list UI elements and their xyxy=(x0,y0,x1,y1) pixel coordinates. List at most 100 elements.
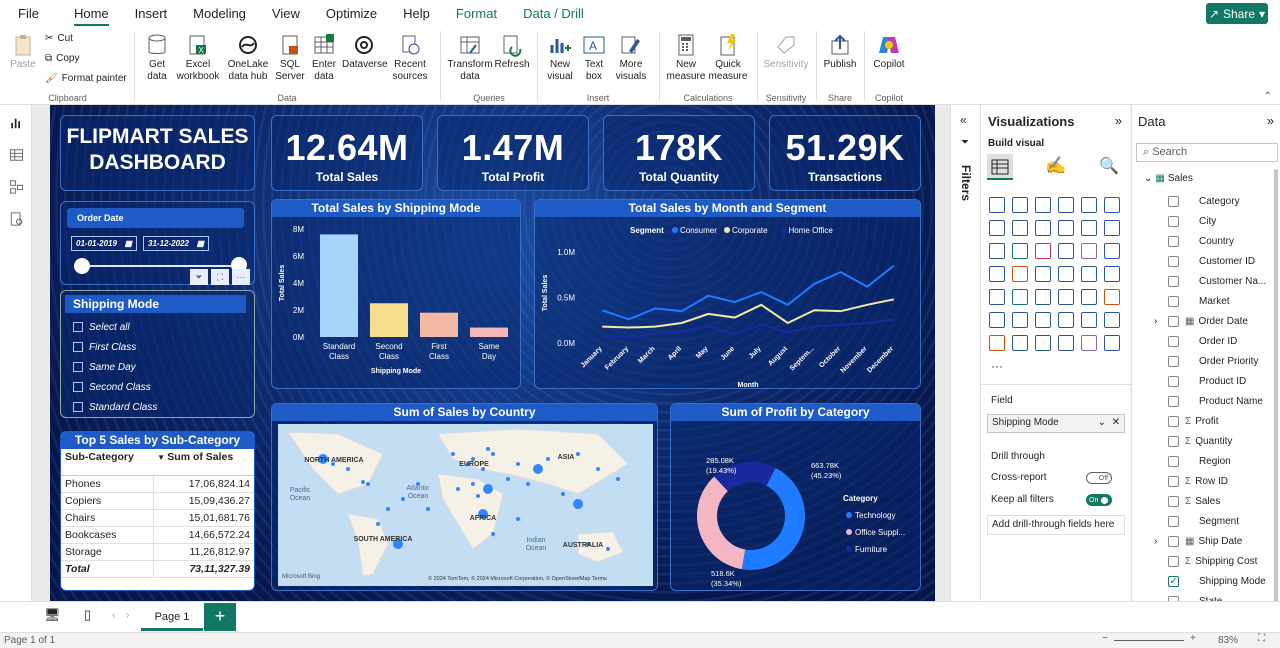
next-page-icon[interactable]: › xyxy=(126,610,129,621)
checkbox[interactable] xyxy=(1168,315,1179,327)
field-item[interactable]: Segment xyxy=(1168,511,1239,531)
format-visual-tab[interactable]: ✍ xyxy=(1045,156,1066,176)
visual-type-icon[interactable] xyxy=(1104,266,1120,282)
visual-type-icon[interactable] xyxy=(1035,266,1051,282)
field-item[interactable]: ✓ Shipping Mode xyxy=(1168,571,1266,591)
checkbox-checked[interactable]: ✓ xyxy=(1168,575,1179,587)
checkbox[interactable] xyxy=(1168,235,1179,247)
share-button[interactable]: ↗ Share ▾ xyxy=(1206,3,1268,24)
field-well[interactable]: Shipping Mode ⌄ ✕ xyxy=(987,414,1125,433)
start-date-input[interactable]: 01-01-2019 ▦ xyxy=(71,236,137,251)
onelake-button[interactable]: OneLake data hub xyxy=(225,33,271,83)
tab-data-drill[interactable]: Data / Drill xyxy=(510,0,597,27)
tab-format[interactable]: Format xyxy=(443,0,510,27)
new-visual-button[interactable]: New visual xyxy=(544,33,576,83)
field-item[interactable]: Category xyxy=(1168,191,1240,211)
copy-button[interactable]: ⧉ Copy xyxy=(45,53,80,64)
analytics-tab[interactable]: 🔍 xyxy=(1099,156,1119,176)
checkbox[interactable] xyxy=(1168,395,1179,407)
remove-field-icon[interactable]: ✕ xyxy=(1112,417,1120,428)
field-item[interactable]: Customer Na... xyxy=(1168,271,1266,291)
new-measure-button[interactable]: New measure xyxy=(666,33,706,83)
visual-type-icon[interactable] xyxy=(1058,335,1074,351)
more-options-icon[interactable]: ⋯ xyxy=(232,269,250,285)
checkbox[interactable] xyxy=(73,342,83,352)
checkbox[interactable] xyxy=(73,322,83,332)
slicer-item[interactable]: Second Class xyxy=(73,377,254,397)
collapse-ribbon-icon[interactable]: ⌃ xyxy=(1264,91,1272,102)
desktop-layout-icon[interactable]: 🖥 xyxy=(44,607,61,623)
visual-type-icon[interactable] xyxy=(1081,243,1097,259)
table-row[interactable]: Bookcases 14,66,572.24 xyxy=(61,526,254,544)
checkbox[interactable] xyxy=(1168,535,1179,547)
visual-type-icon[interactable] xyxy=(989,197,1005,213)
visual-type-icon[interactable] xyxy=(1035,220,1051,236)
zoom-out-icon[interactable]: − xyxy=(1102,633,1108,644)
mobile-layout-icon[interactable]: ▯ xyxy=(84,607,91,623)
add-page-button[interactable]: + xyxy=(204,603,236,631)
refresh-button[interactable]: Refresh xyxy=(494,33,530,71)
visual-type-icon[interactable] xyxy=(1081,220,1097,236)
date-range-start-handle[interactable] xyxy=(74,258,90,274)
field-item[interactable]: Product ID xyxy=(1168,371,1246,391)
table-sales[interactable]: ⌄ ▦ Sales xyxy=(1144,173,1193,184)
field-item[interactable]: Customer ID xyxy=(1168,251,1255,271)
visual-type-icon[interactable] xyxy=(989,266,1005,282)
visual-type-icon[interactable] xyxy=(1012,289,1028,305)
field-item[interactable]: Market xyxy=(1168,291,1230,311)
visual-type-icon[interactable] xyxy=(1058,312,1074,328)
field-item[interactable]: Product Name xyxy=(1168,391,1263,411)
end-date-input[interactable]: 31-12-2022 ▦ xyxy=(143,236,209,251)
visual-type-icon[interactable] xyxy=(1104,312,1120,328)
visual-type-icon[interactable] xyxy=(1035,312,1051,328)
visual-type-icon[interactable] xyxy=(1081,312,1097,328)
visual-type-icon[interactable] xyxy=(1012,335,1028,351)
checkbox[interactable] xyxy=(1168,215,1179,227)
visual-type-icon[interactable] xyxy=(1012,220,1028,236)
visual-type-icon[interactable] xyxy=(1058,220,1074,236)
more-visuals-button[interactable]: More visuals xyxy=(612,33,650,83)
visual-type-icon[interactable] xyxy=(1058,266,1074,282)
fit-page-icon[interactable]: ⛶ xyxy=(1258,633,1265,644)
field-item[interactable]: City xyxy=(1168,211,1216,231)
visual-type-icon[interactable] xyxy=(989,243,1005,259)
visual-type-icon[interactable] xyxy=(1035,335,1051,351)
cut-button[interactable]: ✂ Cut xyxy=(45,33,73,44)
checkbox[interactable] xyxy=(1168,195,1179,207)
table-row[interactable]: Chairs 15,01,681.76 xyxy=(61,509,254,527)
field-item[interactable]: Σ Profit xyxy=(1168,411,1219,431)
visual-type-icon[interactable] xyxy=(1081,197,1097,213)
table-header[interactable]: ▼ Sum of Sales xyxy=(153,449,254,476)
field-item[interactable]: › ▦ Order Date xyxy=(1154,311,1248,331)
checkbox[interactable] xyxy=(1168,555,1179,567)
visual-type-icon[interactable] xyxy=(1081,266,1097,282)
checkbox[interactable] xyxy=(73,382,83,392)
visual-type-icon[interactable] xyxy=(1035,289,1051,305)
get-data-button[interactable]: Get data xyxy=(140,33,174,83)
tab-home[interactable]: Home xyxy=(61,0,122,27)
visual-type-icon[interactable] xyxy=(1058,243,1074,259)
slicer-item[interactable]: Select all xyxy=(73,317,254,337)
table-row[interactable]: Storage 11,26,812.97 xyxy=(61,543,254,561)
visual-type-icon[interactable] xyxy=(1012,312,1028,328)
copilot-button[interactable]: Copilot xyxy=(868,33,910,71)
tab-file[interactable]: File xyxy=(0,0,61,27)
slicer-item[interactable]: Same Day xyxy=(73,357,254,377)
prev-page-icon[interactable]: ‹ xyxy=(112,610,115,621)
report-view-icon[interactable] xyxy=(9,116,24,130)
checkbox[interactable] xyxy=(1168,415,1179,427)
sensitivity-button[interactable]: Sensitivity xyxy=(762,33,810,71)
chevron-right-icon[interactable]: › xyxy=(1154,536,1157,547)
visual-type-icon[interactable] xyxy=(1104,197,1120,213)
visual-type-icon[interactable] xyxy=(1104,220,1120,236)
table-header[interactable]: Sub-Category xyxy=(61,449,154,476)
filters-pane[interactable]: « ⏷ Filters xyxy=(950,105,980,601)
page-tab[interactable]: Page 1 xyxy=(141,602,203,631)
zoom-in-icon[interactable]: + xyxy=(1190,633,1196,644)
chevron-down-icon[interactable]: ⌄ xyxy=(1098,417,1106,428)
visual-type-icon[interactable] xyxy=(1012,266,1028,282)
field-item[interactable]: Σ Row ID xyxy=(1168,471,1228,491)
checkbox[interactable] xyxy=(1168,375,1179,387)
checkbox[interactable] xyxy=(1168,495,1179,507)
tab-help[interactable]: Help xyxy=(390,0,443,27)
